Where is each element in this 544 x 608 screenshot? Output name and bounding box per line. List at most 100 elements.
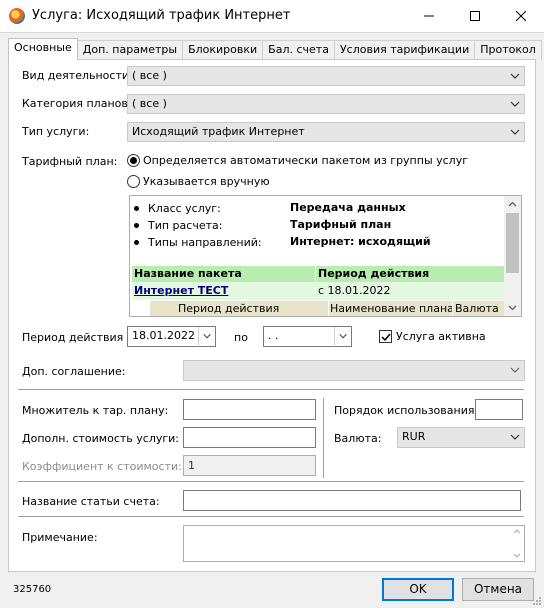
tariff-info-box[interactable]: Класс услуг: Передача данных Тип расчета…	[129, 195, 522, 317]
currency-value: RUR	[402, 430, 426, 443]
currency-label: Валюта:	[334, 432, 382, 445]
scroll-down-icon[interactable]	[507, 302, 518, 313]
tab-strip: Основные Доп. параметры Блокировки Бал. …	[8, 38, 542, 60]
chevron-down-icon	[510, 73, 520, 79]
record-id: 325760	[13, 584, 52, 595]
usage-order-label: Порядок использования:	[334, 404, 479, 417]
close-button[interactable]	[498, 0, 544, 32]
note-textarea[interactable]	[183, 525, 525, 562]
period-to-label: по	[234, 331, 248, 344]
date-dropdown-button[interactable]	[198, 327, 215, 345]
radio-dot-selected	[127, 154, 140, 167]
service-type-select[interactable]: Исходящий трафик Интернет	[127, 122, 525, 142]
column-divider	[315, 266, 316, 282]
app-icon	[9, 8, 25, 24]
tab-balance-accounts[interactable]: Бал. счета	[262, 40, 335, 60]
tab-blocks[interactable]: Блокировки	[182, 40, 264, 60]
plan-category-select[interactable]: ( все )	[127, 94, 525, 114]
maximize-icon	[470, 11, 480, 21]
bullet-icon	[134, 206, 139, 211]
header-plan-name: Наименование плана	[330, 302, 454, 315]
multiplier-input[interactable]	[183, 399, 316, 420]
extra-cost-label: Дополн. стоимость услуги:	[22, 432, 179, 445]
minimize-button[interactable]	[406, 0, 452, 32]
cost-coef-input: 1	[183, 455, 316, 476]
scroll-up-icon[interactable]	[507, 199, 518, 210]
direction-types-label: Типы направлений:	[148, 236, 262, 249]
info-scrollbar[interactable]	[504, 196, 521, 316]
header-plan-period: Период действия	[178, 302, 280, 315]
calc-type-label: Тип расчета:	[148, 219, 223, 232]
checkbox-box	[379, 330, 392, 343]
column-divider	[452, 301, 453, 316]
radio-auto-label: Определяется автоматически пакетом из гр…	[143, 154, 469, 167]
extra-cost-input[interactable]	[183, 427, 316, 448]
note-scrollbar[interactable]	[510, 526, 524, 561]
usage-order-input[interactable]	[475, 399, 523, 420]
package-name-link[interactable]: Интернет ТЕСТ	[134, 284, 228, 297]
service-active-checkbox[interactable]: Услуга активна	[379, 330, 486, 343]
header-plan-currency: Валюта	[455, 302, 499, 315]
plans-table-header: Период действия Наименование плана Валют…	[150, 301, 504, 316]
chevron-down-icon	[510, 129, 520, 135]
column-divider	[323, 398, 324, 478]
invoice-item-input[interactable]	[183, 490, 521, 511]
ok-button[interactable]: OK	[382, 578, 454, 601]
currency-select[interactable]: RUR	[397, 427, 525, 448]
tab-main[interactable]: Основные	[8, 38, 78, 60]
cost-coef-label: Коэффициент к стоимости:	[22, 460, 182, 473]
chevron-down-icon	[510, 101, 520, 107]
period-from-label: Период действия с	[22, 331, 133, 344]
table-row[interactable]: Интернет ТЕСТ с 18.01.2022	[132, 282, 504, 300]
plan-category-value: ( все )	[132, 97, 167, 110]
package-period: с 18.01.2022	[318, 284, 391, 297]
radio-manual-plan[interactable]: Указывается вручную	[127, 175, 270, 188]
activity-select[interactable]: ( все )	[127, 66, 525, 86]
resize-grip-icon[interactable]	[532, 596, 542, 606]
scroll-thumb[interactable]	[506, 213, 519, 273]
tariff-plan-label: Тарифный план:	[22, 155, 118, 168]
close-icon	[516, 11, 526, 21]
chevron-down-icon	[203, 333, 211, 339]
invoice-item-label: Название статьи счета:	[22, 495, 160, 508]
service-active-label: Услуга активна	[396, 330, 486, 343]
check-icon	[380, 333, 391, 341]
section-divider	[18, 516, 524, 517]
bullet-icon	[134, 223, 139, 228]
column-divider	[328, 301, 329, 316]
chevron-down-icon	[339, 333, 347, 339]
calc-type-value: Тарифный план	[290, 218, 392, 231]
note-label: Примечание:	[22, 531, 98, 544]
multiplier-label: Множитель к тар. плану:	[22, 404, 169, 417]
service-class-value: Передача данных	[290, 201, 406, 214]
bullet-icon	[134, 240, 139, 245]
extra-agreement-label: Доп. соглашение:	[22, 365, 126, 378]
cancel-button[interactable]: Отмена	[462, 578, 534, 601]
chevron-down-icon	[510, 367, 520, 373]
service-class-label: Класс услуг:	[148, 202, 221, 215]
date-dropdown-button[interactable]	[334, 327, 351, 345]
title-bar: Услуга: Исходящий трафик Интернет	[0, 0, 544, 32]
window-title: Услуга: Исходящий трафик Интернет	[32, 8, 291, 23]
plan-category-label: Категория планов:	[22, 97, 132, 110]
activity-label: Вид деятельности:	[22, 69, 133, 82]
period-to-date[interactable]: . .	[263, 326, 352, 347]
header-package-period: Период действия	[318, 267, 430, 280]
radio-auto-plan[interactable]: Определяется автоматически пакетом из гр…	[127, 154, 468, 167]
section-divider	[18, 481, 524, 482]
info-calc-type: Тип расчета:	[134, 219, 222, 232]
minimize-icon	[424, 15, 434, 17]
activity-value: ( все )	[132, 69, 167, 82]
period-from-date[interactable]: 18.01.2022	[127, 326, 216, 347]
extra-agreement-select[interactable]	[183, 360, 525, 381]
packages-table-header: Название пакета Период действия	[132, 266, 504, 282]
service-type-value: Исходящий трафик Интернет	[132, 125, 305, 138]
header-package-name: Название пакета	[134, 267, 242, 280]
tab-extra-params[interactable]: Доп. параметры	[76, 40, 184, 60]
maximize-button[interactable]	[452, 0, 498, 32]
tab-protocol[interactable]: Протокол	[474, 40, 542, 60]
section-divider	[18, 389, 524, 390]
cost-coef-value: 1	[188, 459, 195, 472]
period-from-value: 18.01.2022	[132, 329, 195, 342]
tab-tariff-conditions[interactable]: Условия тарификации	[333, 40, 476, 60]
